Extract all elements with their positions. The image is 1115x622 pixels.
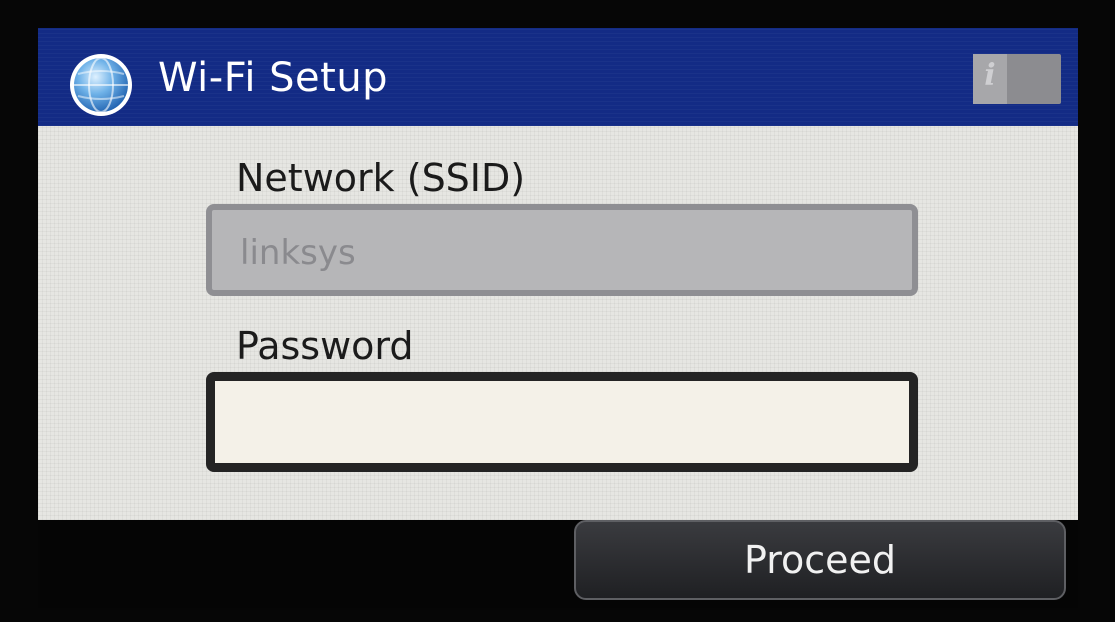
password-field[interactable] <box>206 372 918 472</box>
ssid-field: linksys <box>206 204 918 296</box>
form-panel: Network (SSID) linksys Password <box>38 126 1078 520</box>
globe-icon <box>70 54 132 116</box>
page-title: Wi-Fi Setup <box>158 55 389 101</box>
info-icon: i <box>973 54 1007 104</box>
screen: Wi-Fi Setup i Network (SSID) linksys Pas… <box>38 28 1078 608</box>
info-button[interactable]: i <box>973 54 1061 104</box>
title-bar: Wi-Fi Setup i <box>38 28 1078 126</box>
ssid-label: Network (SSID) <box>236 156 526 200</box>
footer-bar: Proceed <box>38 520 1078 608</box>
proceed-button[interactable]: Proceed <box>574 520 1066 600</box>
ssid-value: linksys <box>240 233 356 273</box>
printer-lcd-frame: Wi-Fi Setup i Network (SSID) linksys Pas… <box>0 0 1115 622</box>
password-label: Password <box>236 324 414 368</box>
info-icon-glyph: i <box>984 58 996 93</box>
